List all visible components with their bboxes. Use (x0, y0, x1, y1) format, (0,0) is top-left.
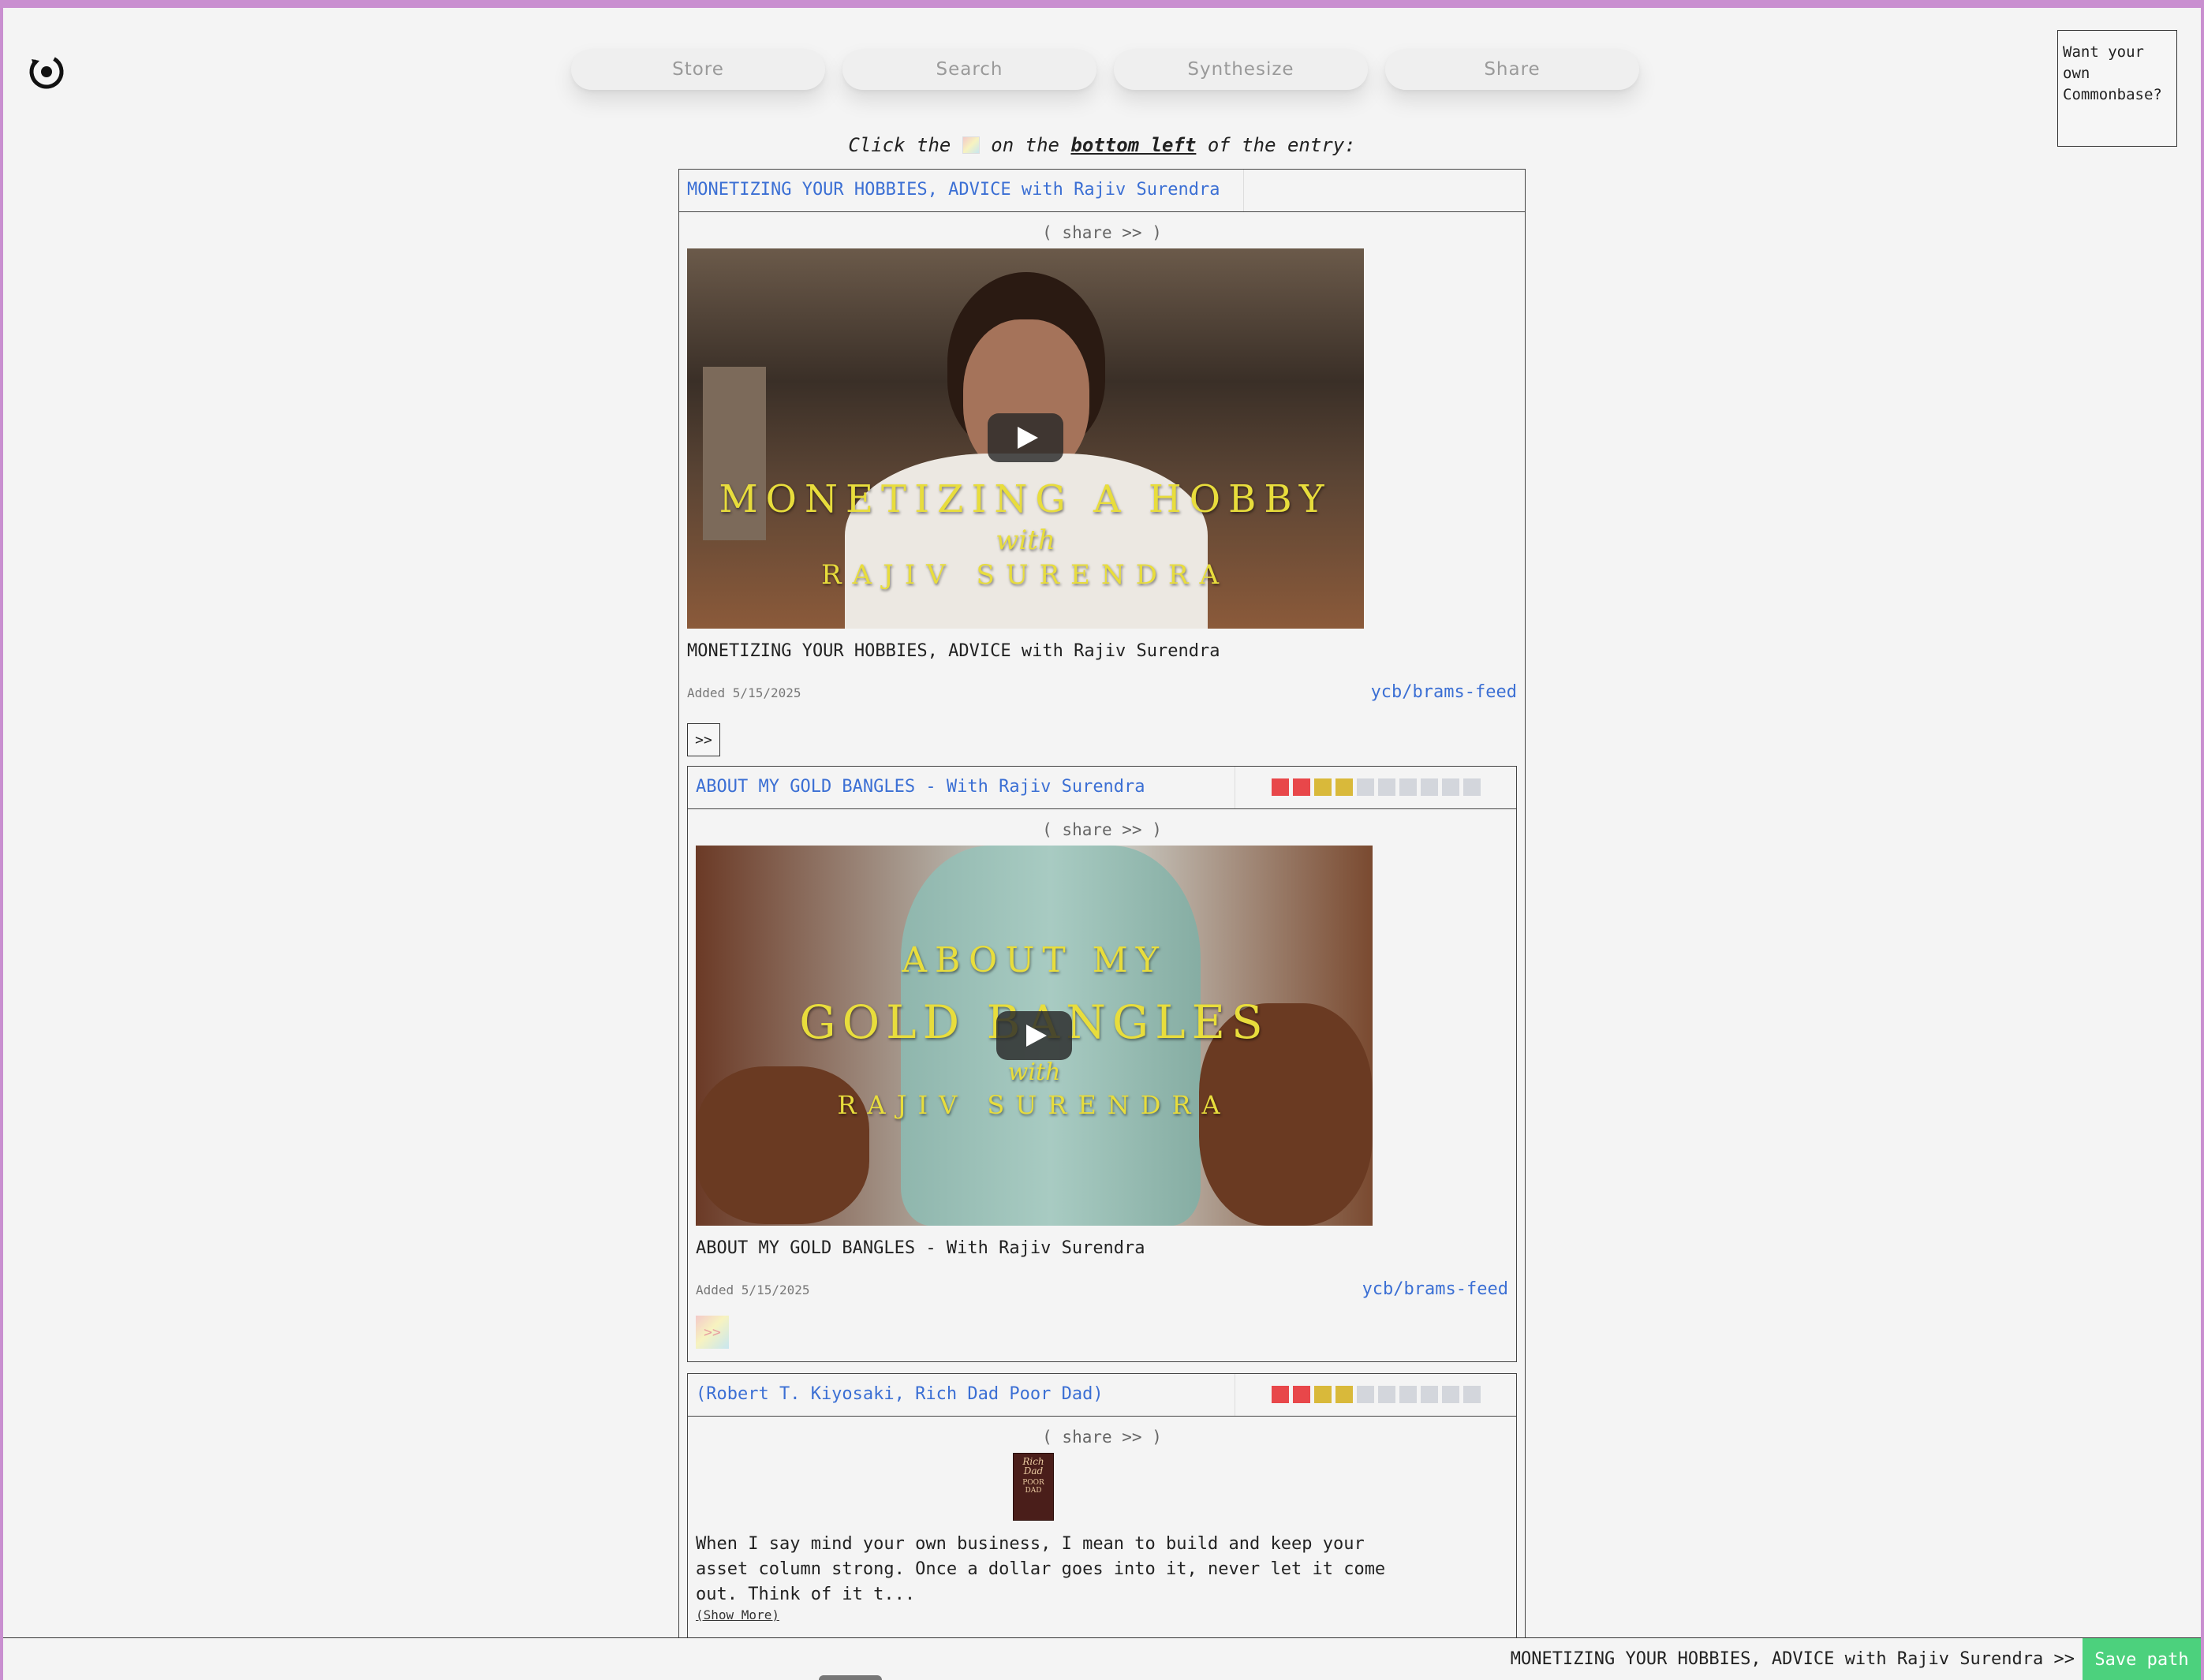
entry-body: ABOUT MY GOLD BANGLES - With Rajiv Suren… (696, 1238, 1145, 1258)
save-path-button[interactable]: Save path (2083, 1638, 2201, 1680)
entry-body-line: When I say mind your own business, I mea… (696, 1534, 1365, 1554)
add-to-path-button[interactable]: >> (687, 723, 720, 756)
rating-squares (1272, 778, 1481, 796)
rating-square (1335, 778, 1353, 796)
entry-body: When I say mind your own business, I mea… (688, 1532, 1516, 1607)
instruction-emphasis: bottom left (1070, 134, 1197, 156)
rating-square (1399, 778, 1417, 796)
rating-square (1335, 1386, 1353, 1403)
book-cover-line-4: DAD (1025, 1487, 1042, 1495)
add-to-path-button[interactable]: >> (696, 1316, 729, 1349)
rating-square (1272, 1386, 1289, 1403)
play-icon[interactable] (988, 413, 1063, 462)
path-bar: MONETIZING YOUR HOBBIES, ADVICE with Raj… (3, 1637, 2201, 1680)
entry-header: ABOUT MY GOLD BANGLES - With Rajiv Suren… (688, 767, 1516, 809)
video-thumbnail[interactable]: MONETIZING A HOBBY with RAJIV SURENDRA (687, 248, 1364, 629)
video-title-line-2: with (996, 525, 1055, 556)
share-link[interactable]: ( share >> ) (688, 1428, 1516, 1447)
instruction-text: Click the on the bottom left of the entr… (3, 134, 2201, 156)
entry-body-line: asset column strong. Once a dollar goes … (696, 1559, 1386, 1579)
entry-title-link[interactable]: (Robert T. Kiyosaki, Rich Dad Poor Dad) (696, 1384, 1104, 1404)
nav-share-button[interactable]: Share (1385, 49, 1639, 90)
entry-added-date: Added 5/15/2025 (687, 685, 801, 700)
rating-square (1314, 1386, 1332, 1403)
entry-body: MONETIZING YOUR HOBBIES, ADVICE with Raj… (687, 641, 1220, 661)
feed-link[interactable]: ycb/brams-feed (1371, 682, 1517, 702)
main-nav: Store Search Synthesize Share (571, 49, 1639, 90)
scroll-handle[interactable] (819, 1675, 882, 1680)
rating-square (1463, 778, 1481, 796)
commonbase-promo[interactable]: Want your own Commonbase? (2057, 30, 2177, 147)
page: Store Search Synthesize Share Want your … (3, 8, 2201, 1680)
nav-synthesize-button[interactable]: Synthesize (1114, 49, 1368, 90)
feed-link[interactable]: ycb/brams-feed (1362, 1279, 1508, 1299)
play-icon[interactable] (996, 1011, 1072, 1060)
video-title-line-3: with (1007, 1058, 1061, 1086)
rating-square (1463, 1386, 1481, 1403)
instruction-mid: on the (991, 134, 1059, 156)
entry-title-link[interactable]: MONETIZING YOUR HOBBIES, ADVICE with Raj… (687, 180, 1220, 200)
rating-squares (1272, 1386, 1481, 1403)
rating-square (1421, 778, 1438, 796)
path-arrow-icon (962, 136, 980, 154)
video-title-line-1: MONETIZING A HOBBY (719, 477, 1332, 521)
entry-header: (Robert T. Kiyosaki, Rich Dad Poor Dad) (688, 1374, 1516, 1417)
share-link[interactable]: ( share >> ) (679, 223, 1525, 242)
rating-square (1421, 1386, 1438, 1403)
show-more-link[interactable]: (Show More) (696, 1607, 1516, 1622)
rating-square (1272, 778, 1289, 796)
rating-square (1378, 778, 1395, 796)
rating-square (1442, 778, 1459, 796)
entry-card: ABOUT MY GOLD BANGLES - With Rajiv Suren… (687, 766, 1517, 1362)
entry-card: MONETIZING YOUR HOBBIES, ADVICE with Raj… (678, 169, 1526, 1680)
book-cover-line-3: POOR (1022, 1479, 1044, 1487)
header-divider (1243, 170, 1244, 211)
share-link[interactable]: ( share >> ) (688, 820, 1516, 839)
rating-square (1378, 1386, 1395, 1403)
entry-header: MONETIZING YOUR HOBBIES, ADVICE with Raj… (679, 170, 1525, 212)
instruction-post: of the entry: (1207, 134, 1356, 156)
commonbase-logo-icon[interactable] (27, 51, 66, 91)
nav-search-button[interactable]: Search (842, 49, 1096, 90)
rating-square (1399, 1386, 1417, 1403)
video-title-line-4: RAJIV SURENDRA (837, 1090, 1231, 1120)
entry-added-date: Added 5/15/2025 (696, 1282, 810, 1297)
rating-square (1293, 778, 1310, 796)
nav-store-button[interactable]: Store (571, 49, 825, 90)
entry-title-link[interactable]: ABOUT MY GOLD BANGLES - With Rajiv Suren… (696, 777, 1145, 797)
rating-square (1357, 1386, 1374, 1403)
rating-square (1357, 778, 1374, 796)
video-title-line-3: RAJIV SURENDRA (820, 559, 1231, 591)
instruction-pre: Click the (848, 134, 951, 156)
book-cover-line-2: Dad (1023, 1465, 1044, 1477)
video-title-line-1: ABOUT MY (902, 940, 1167, 980)
book-cover[interactable]: Rich Dad POOR DAD (1013, 1453, 1054, 1521)
entry-card: (Robert T. Kiyosaki, Rich Dad Poor Dad) … (687, 1373, 1517, 1680)
entry-body-line: out. Think of it t... (696, 1585, 916, 1604)
current-path: MONETIZING YOUR HOBBIES, ADVICE with Raj… (1510, 1649, 2075, 1669)
video-thumbnail[interactable]: ABOUT MY GOLD BANGLES with RAJIV SURENDR… (696, 846, 1373, 1226)
rating-square (1442, 1386, 1459, 1403)
rating-square (1314, 778, 1332, 796)
rating-square (1293, 1386, 1310, 1403)
